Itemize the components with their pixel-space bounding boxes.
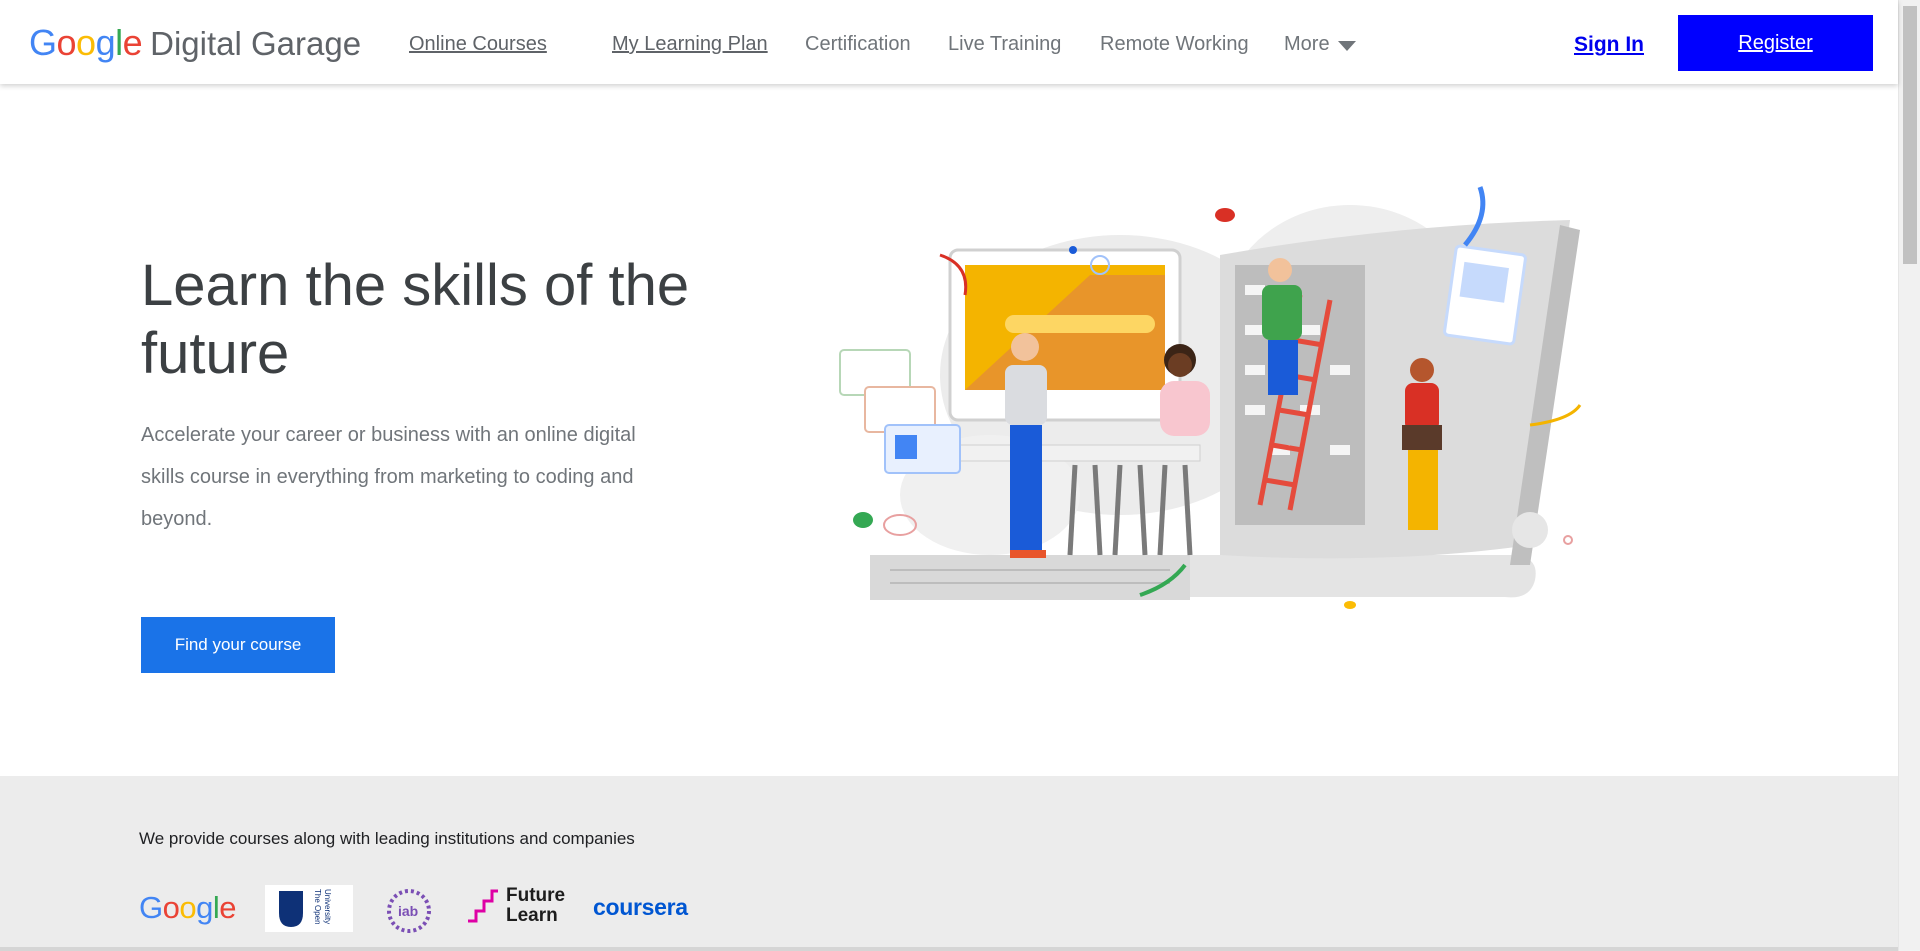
find-your-course-button[interactable]: Find your course bbox=[141, 617, 335, 673]
partners-intro: We provide courses along with leading in… bbox=[139, 829, 635, 848]
nav-more-label: More bbox=[1284, 33, 1330, 55]
hero-illustration bbox=[839, 186, 1582, 609]
hero-title: Learn the skills of the future bbox=[141, 253, 690, 386]
open-university-logo: The Open University bbox=[265, 885, 353, 932]
coursera-logo: coursera bbox=[593, 894, 688, 920]
nav-live-training[interactable]: Live Training bbox=[948, 33, 1061, 56]
google-digital-garage-logo[interactable]: Google Digital Garage bbox=[29, 22, 362, 63]
site-header: Google Digital Garage Online Courses My … bbox=[0, 0, 1898, 84]
scrollbar-thumb[interactable] bbox=[1903, 6, 1917, 264]
partners-section: We provide courses along with leading in… bbox=[0, 776, 1898, 951]
future-learn-logo: Future Learn bbox=[466, 886, 565, 926]
register-button[interactable]: Register bbox=[1678, 15, 1873, 71]
vertical-scrollbar[interactable] bbox=[1898, 0, 1920, 951]
nav-remote-working[interactable]: Remote Working bbox=[1100, 33, 1249, 56]
sign-in-link[interactable]: Sign In bbox=[1574, 33, 1644, 57]
svg-text:iab: iab bbox=[398, 903, 418, 919]
caret-down-icon bbox=[1337, 41, 1356, 51]
nav-certification[interactable]: Certification bbox=[805, 33, 911, 56]
bottom-divider bbox=[0, 947, 1898, 951]
hero-description: Accelerate your career or business with … bbox=[141, 424, 636, 530]
nav-online-courses[interactable]: Online Courses bbox=[409, 33, 547, 56]
iab-logo: iab bbox=[381, 885, 437, 935]
nav-my-learning-plan[interactable]: My Learning Plan bbox=[612, 33, 768, 56]
nav-more-dropdown[interactable]: More bbox=[1284, 33, 1356, 56]
google-partner-logo: Google bbox=[139, 890, 237, 925]
svg-text:The Open: The Open bbox=[313, 889, 322, 925]
svg-text:University: University bbox=[323, 889, 332, 924]
product-name: Digital Garage bbox=[150, 25, 362, 62]
google-wordmark: Google bbox=[29, 22, 143, 63]
